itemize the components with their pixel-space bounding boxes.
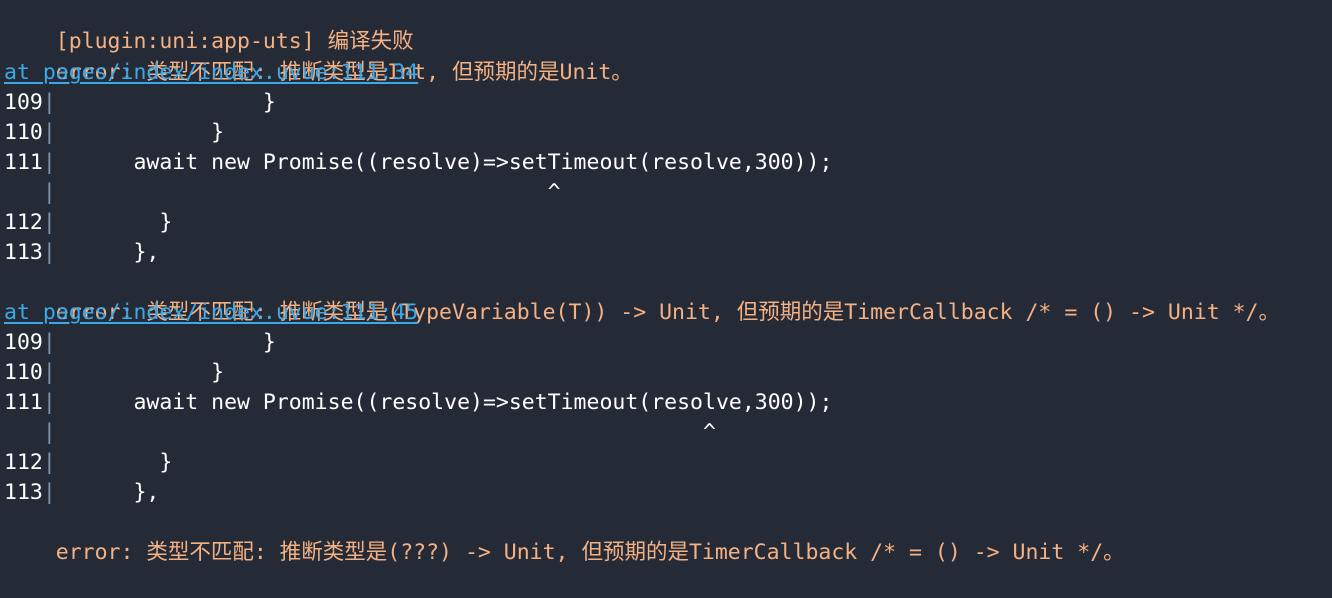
code-text: await new Promise((resolve)=>setTimeout(… xyxy=(55,150,833,175)
gutter-bar-icon: | xyxy=(42,360,56,385)
line-number: 111 xyxy=(4,390,43,415)
source-location-link-1[interactable]: at pages/index/index.uvue:111:34 xyxy=(4,58,418,88)
gutter-bar-icon: | xyxy=(42,390,56,415)
line-number: 113 xyxy=(4,240,43,265)
code-text: await new Promise((resolve)=>setTimeout(… xyxy=(55,390,833,415)
error-location-row-1: at pages/index/index.uvue:111:34 xyxy=(0,58,1332,88)
snippet-caret-row: | ^ xyxy=(0,418,1332,448)
snippet-row: 110| } xyxy=(0,358,1332,388)
line-number: 112 xyxy=(4,450,43,475)
code-text: } xyxy=(55,360,225,385)
caret-marker-icon: ^ xyxy=(55,180,561,205)
line-number: 109 xyxy=(4,90,43,115)
code-text: } xyxy=(55,330,276,355)
line-number: 112 xyxy=(4,210,43,235)
gutter-bar-icon: | xyxy=(42,120,56,145)
snippet-row: 110| } xyxy=(0,118,1332,148)
gutter-bar-icon: | xyxy=(4,420,56,445)
code-text: } xyxy=(55,90,276,115)
snippet-row: 112| } xyxy=(0,208,1332,238)
error-message-text: error: 类型不匹配: 推断类型是(???) -> Unit, 但预期的是T… xyxy=(55,540,1125,565)
caret-marker-icon: ^ xyxy=(55,420,716,445)
code-text: } xyxy=(55,120,225,145)
snippet-caret-row: | ^ xyxy=(0,178,1332,208)
plugin-header-text: [plugin:uni:app-uts] 编译失败 xyxy=(55,29,414,54)
snippet-row: 109| } xyxy=(0,88,1332,118)
snippet-row: 112| } xyxy=(0,448,1332,478)
line-number: 113 xyxy=(4,480,43,505)
code-text: }, xyxy=(55,480,160,505)
snippet-row: 113| }, xyxy=(0,238,1332,268)
snippet-row: 111| await new Promise((resolve)=>setTim… xyxy=(0,148,1332,178)
gutter-bar-icon: | xyxy=(42,150,56,175)
gutter-bar-icon: | xyxy=(42,90,56,115)
gutter-bar-icon: | xyxy=(42,450,56,475)
line-number: 109 xyxy=(4,330,43,355)
error-message-2: error: 类型不匹配: 推断类型是(TypeVariable(T)) -> … xyxy=(0,268,1332,325)
line-number: 110 xyxy=(4,360,43,385)
line-number: 110 xyxy=(4,120,43,145)
code-text: }, xyxy=(55,240,160,265)
gutter-bar-icon: | xyxy=(42,240,56,265)
source-location-link-2[interactable]: at pages/index/index.uvue:111:45 xyxy=(4,298,418,328)
plugin-header-line: [plugin:uni:app-uts] 编译失败 xyxy=(0,0,1332,54)
line-number: 111 xyxy=(4,150,43,175)
code-text: } xyxy=(55,210,173,235)
gutter-bar-icon: | xyxy=(4,180,56,205)
code-text: } xyxy=(55,450,173,475)
snippet-row: 111| await new Promise((resolve)=>setTim… xyxy=(0,388,1332,418)
snippet-row: 109| } xyxy=(0,328,1332,358)
error-message-3: error: 类型不匹配: 推断类型是(???) -> Unit, 但预期的是T… xyxy=(0,508,1332,565)
snippet-row: 113| }, xyxy=(0,478,1332,508)
gutter-bar-icon: | xyxy=(42,480,56,505)
terminal-output-panel: [plugin:uni:app-uts] 编译失败 error: 类型不匹配: … xyxy=(0,0,1332,565)
gutter-bar-icon: | xyxy=(42,210,56,235)
gutter-bar-icon: | xyxy=(42,330,56,355)
